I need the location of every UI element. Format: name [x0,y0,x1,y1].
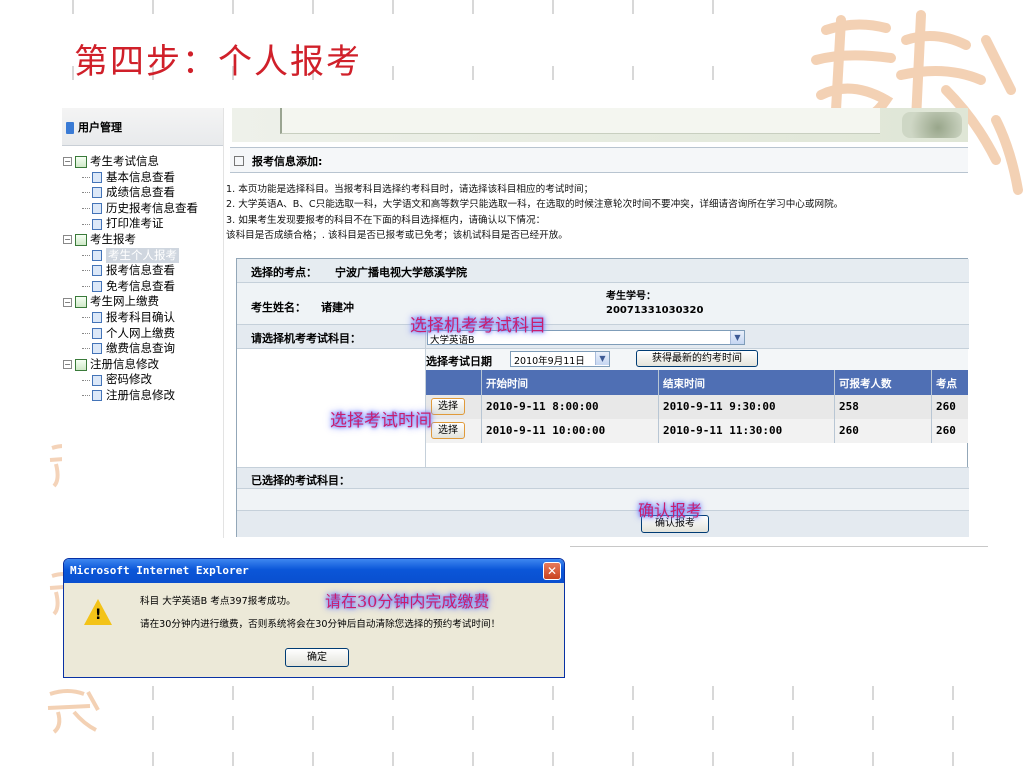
annotation-choose-subject: 选择机考考试科目 [410,316,546,336]
column-header: 考点 [936,378,957,390]
tree-item-registration-info[interactable]: 报考信息查看 [62,263,223,279]
instructions: 1. 本页功能是选择科目。当报考科目选择约考科目时，请选择该科目相应的考试时间；… [226,182,986,244]
date-label: 选择考试日期 [426,355,492,368]
tree-group-exam-info[interactable]: − 考生考试信息 [62,154,223,170]
chevron-down-icon[interactable]: ▼ [595,352,609,365]
submit-row [237,511,969,537]
tree-item-score-info[interactable]: 成绩信息查看 [62,185,223,201]
annotation-choose-time: 选择考试时间 [330,411,432,431]
get-latest-time-button[interactable]: 获得最新的约考时间 [636,350,758,367]
select-time-button[interactable]: 选择 [431,398,465,415]
selected-label: 已选择的考试科目： [251,474,350,487]
tree-item-payment-query[interactable]: 缴费信息查询 [62,341,223,357]
close-icon[interactable]: ✕ [543,562,561,580]
site-row: 选择的考点： 宁波广播电视大学慈溪学院 [237,259,969,283]
folder-icon [75,296,87,309]
tree-item-history[interactable]: 历史报考信息查看 [62,201,223,217]
page-icon [92,187,102,199]
note-line: 该科目是否成绩合格；. 该科目是否已报考或已免考；该机试科目是否已经开放。 [226,230,568,242]
site-capacity: 260 [936,400,956,413]
page-icon [92,218,102,230]
tree-item-edit-registration[interactable]: 注册信息修改 [62,388,223,404]
tree-item-personal-payment[interactable]: 个人网上缴费 [62,326,223,342]
tree-group-registration[interactable]: − 考生报考 [62,232,223,248]
collapse-icon[interactable]: − [63,157,72,167]
collapse-icon[interactable]: − [63,235,72,245]
student-row: 考生姓名： 诸建冲 考生学号： 20071331030320 [237,283,969,325]
tree-group-account[interactable]: − 注册信息修改 [62,357,223,373]
chevron-down-icon[interactable]: ▼ [730,331,744,344]
student-id-label: 考生学号： [606,291,656,302]
selected-row: 已选择的考试科目： [237,467,969,489]
page-banner [232,108,968,142]
seal-decoration [47,689,100,734]
page-icon [92,343,102,355]
tree-item-subject-confirm[interactable]: 报考科目确认 [62,310,223,326]
name-value: 诸建冲 [321,301,354,314]
select-time-button[interactable]: 选择 [431,422,465,439]
column-header: 结束时间 [663,378,705,390]
page-icon [92,265,102,277]
column-header: 开始时间 [486,378,528,390]
folder-icon [75,155,87,168]
tree-item-password[interactable]: 密码修改 [62,372,223,388]
annotation-pay-notice: 请在30分钟内完成缴费 [325,592,490,611]
course-label: 请选择机考考试科目： [251,332,361,345]
table-row: 选择 2010-9-11 10:00:00 2010-9-11 11:30:00… [426,419,968,443]
page-icon [92,312,102,324]
alert-dialog: Microsoft Internet Explorer ✕ ! 科目 大学英语B… [63,558,565,678]
dialog-message: 请在30分钟内进行缴费，否则系统将会在30分钟后自动清除您选择的预约考试时间！ [140,619,501,630]
collapse-icon[interactable]: − [63,297,72,307]
page-icon [92,171,102,183]
slide-title: 第四步：个人报考 [74,42,362,82]
folder-icon [75,233,87,246]
available-seats: 260 [839,424,859,437]
banner-image [902,112,962,138]
column-header: 可报考人数 [839,378,892,390]
name-label: 考生姓名： [251,301,306,314]
section-header: 报考信息添加: [230,147,968,173]
date-row: 选择考试日期 2010年9月11日 ▼ 获得最新的约考时间 [426,349,968,370]
dialog-title: Microsoft Internet Explorer [64,559,564,583]
sidebar-header: 用户管理 [62,108,223,146]
user-admin-icon [66,122,74,134]
folder-icon [75,358,87,371]
site-label: 选择的考点： [251,266,317,279]
tree-item-personal-registration[interactable]: 考生个人报考 [62,247,223,264]
note-line: 2. 大学英语A、B、C只能选取一科，大学语文和高等数学只能选取一科，在选取的时… [226,199,844,211]
start-time: 2010-9-11 10:00:00 [486,424,606,437]
date-select[interactable]: 2010年9月11日 ▼ [510,351,610,367]
student-id-value: 20071331030320 [606,305,704,316]
annotation-confirm: 确认报考 [638,501,703,520]
table-header: 开始时间 结束时间 可报考人数 考点 [426,370,968,395]
site-value: 宁波广播电视大学慈溪学院 [335,266,467,279]
section-icon [234,156,244,166]
page-icon [92,281,102,293]
registration-form: 选择的考点： 宁波广播电视大学慈溪学院 考生姓名： 诸建冲 考生学号： 2007… [236,258,969,537]
note-line: 1. 本页功能是选择科目。当报考科目选择约考科目时，请选择该科目相应的考试时间； [226,184,594,195]
selected-list-row [237,489,969,511]
available-seats: 258 [839,400,859,413]
tree-item-print-admission[interactable]: 打印准考证 [62,216,223,232]
note-line: 3. 如果考生发现要报考的科目不在下面的科目选择框内，请确认以下情况： [226,214,546,226]
end-time: 2010-9-11 9:30:00 [663,400,776,413]
page-icon [92,390,102,402]
site-capacity: 260 [936,424,956,437]
tree-item-exemption-info[interactable]: 免考信息查看 [62,279,223,295]
page-icon [92,203,102,215]
tree-item-basic-info[interactable]: 基本信息查看 [62,170,223,186]
sidebar: 用户管理 − 考生考试信息 基本信息查看 成绩信息查看 历史报考信息查看 打印准考… [62,108,224,538]
collapse-icon[interactable]: − [63,360,72,370]
tree-group-online-payment[interactable]: − 考生网上缴费 [62,294,223,310]
page-icon [92,374,102,386]
end-time: 2010-9-11 11:30:00 [663,424,783,437]
ok-button[interactable]: 确定 [285,648,349,667]
dialog-message: 科目 大学英语B 考点397报考成功。 [140,596,296,607]
page-icon [92,249,102,261]
page-icon [92,327,102,339]
start-time: 2010-9-11 8:00:00 [486,400,599,413]
nav-tree: − 考生考试信息 基本信息查看 成绩信息查看 历史报考信息查看 打印准考证 − 考生… [62,146,223,404]
table-row: 选择 2010-9-11 8:00:00 2010-9-11 9:30:00 2… [426,395,968,419]
